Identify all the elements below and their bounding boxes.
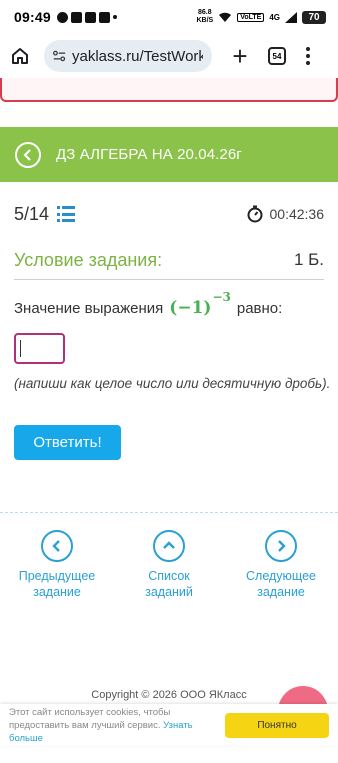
condition-header: Условие задания: 1 Б. [14, 250, 324, 280]
url-text: yaklass.ru/TestWorkRun [71, 47, 203, 65]
task-list-label: Список заданий [145, 568, 193, 600]
mail-icon [98, 11, 110, 23]
next-task-label: Следующее задание [246, 568, 316, 600]
next-task-link[interactable]: Следующее задание [236, 530, 326, 600]
browser-toolbar: yaklass.ru/TestWorkRun + 54 [0, 34, 338, 78]
cookie-message: Этот сайт использует cookies, чтобы пред… [9, 706, 171, 731]
cookie-banner: Этот сайт использует cookies, чтобы пред… [0, 704, 338, 746]
text-caret [20, 340, 21, 357]
points-value: 1 Б. [293, 250, 324, 269]
message-icon [56, 11, 68, 23]
task-title: ДЗ АЛГЕБРА НА 20.04.26г [56, 146, 242, 163]
question-suffix: равно: [236, 299, 283, 317]
question-text: Значение выражения (−1) −3 равно: [14, 290, 324, 318]
next-task-label-line1: Следующее [246, 569, 316, 583]
task-list-label-line1: Список [148, 569, 190, 583]
cookie-accept-button[interactable]: Понятно [225, 712, 329, 738]
dashed-divider [0, 512, 338, 513]
app-icon [70, 11, 82, 23]
home-icon[interactable] [8, 44, 32, 68]
math-exponent: −3 [212, 290, 231, 304]
cookie-text: Этот сайт использует cookies, чтобы пред… [9, 706, 219, 745]
answer-hint: (напиши как целое число или десятичную д… [14, 376, 331, 391]
signal-icon [285, 11, 297, 23]
chevron-right-icon [265, 530, 297, 562]
prev-task-link[interactable]: Предыдущее задание [12, 530, 102, 600]
question-prefix: Значение выражения [14, 299, 164, 317]
answer-input[interactable] [14, 333, 65, 364]
task-list-link[interactable]: Список заданий [124, 530, 214, 600]
status-bar: 09:49 86.8 KB/S VoLTE 4G 70 [0, 0, 338, 34]
chevron-left-icon [23, 148, 31, 161]
vpn-icon [84, 11, 96, 23]
task-list-label-line2: заданий [145, 585, 193, 599]
timer-text: 00:42:36 [269, 206, 325, 222]
submit-answer-button[interactable]: Ответить! [14, 425, 121, 460]
chevron-left-icon [41, 530, 73, 562]
more-notifications-icon [112, 15, 117, 19]
condition-title: Условие задания: [14, 250, 163, 270]
new-tab-button[interactable]: + [228, 43, 252, 69]
signal-label: 4G [269, 12, 280, 22]
prev-task-label-line2: задание [33, 585, 81, 599]
alert-box [0, 78, 338, 102]
tab-switcher-button[interactable]: 54 [268, 47, 286, 65]
question-list-icon[interactable] [57, 206, 76, 222]
status-time: 09:49 [14, 9, 51, 25]
math-base: (−1) [169, 298, 212, 318]
net-rate-value: 86.8 [198, 9, 212, 16]
back-button[interactable] [15, 141, 41, 168]
notification-icons [56, 11, 117, 23]
net-rate-unit: KB/S [196, 17, 214, 24]
status-right: 86.8 KB/S VoLTE 4G 70 [196, 9, 326, 25]
math-expression: (−1) −3 [169, 290, 231, 318]
task-header: ДЗ АЛГЕБРА НА 20.04.26г [0, 127, 338, 182]
net-rate: 86.8 KB/S [196, 9, 213, 25]
alert-box-frame [0, 78, 338, 104]
chevron-up-icon [153, 530, 185, 562]
prev-task-label: Предыдущее задание [19, 568, 95, 600]
timer: 00:42:36 [246, 205, 325, 223]
site-settings-icon[interactable] [53, 49, 66, 63]
progress-row: 5/14 00:42:36 [14, 200, 324, 228]
wifi-icon [219, 12, 232, 22]
browser-menu-button[interactable] [306, 47, 310, 65]
address-bar[interactable]: yaklass.ru/TestWorkRun [44, 40, 212, 72]
stopwatch-icon [247, 205, 262, 223]
prev-task-label-line1: Предыдущее [18, 569, 96, 583]
question-counter: 5/14 [14, 203, 50, 224]
volte-badge: VoLTE [237, 12, 265, 22]
battery-icon: 70 [302, 10, 326, 24]
next-task-label-line2: задание [257, 585, 305, 599]
